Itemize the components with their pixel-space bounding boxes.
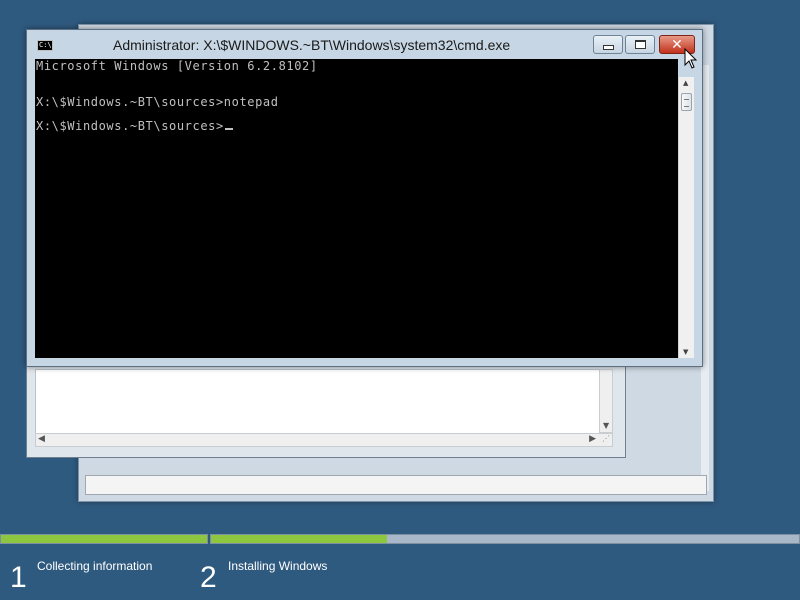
progress-fill-step-1	[1, 535, 207, 543]
console-prompt: X:\$Windows.~BT\sources>	[36, 119, 224, 133]
step-number: 1	[10, 561, 27, 594]
maximize-icon	[634, 40, 646, 49]
console-line: X:\$Windows.~BT\sources>notepad	[36, 95, 279, 109]
console-output[interactable]: Microsoft Windows [Version 6.2.8102] X:\…	[35, 59, 678, 358]
step-label: Collecting information	[37, 559, 153, 573]
scroll-right-arrow-icon[interactable]: ▶	[589, 434, 596, 444]
text-cursor	[224, 128, 233, 130]
close-icon: ✕	[671, 36, 683, 53]
scroll-up-arrow-icon[interactable]: ▲	[683, 79, 688, 87]
scroll-down-arrow-icon[interactable]: ▼	[603, 421, 609, 430]
setup-progress	[0, 534, 800, 546]
resize-grip-icon[interactable]: ⋰	[602, 434, 610, 443]
progress-bar-step-1	[0, 534, 208, 544]
window-title: Administrator: X:\$WINDOWS.~BT\Windows\s…	[113, 37, 511, 53]
cmd-icon[interactable]: C:\	[37, 40, 53, 51]
console-line: Microsoft Windows [Version 6.2.8102]	[36, 59, 318, 73]
maximize-button[interactable]	[625, 35, 655, 54]
notepad-vertical-scrollbar[interactable]: ▼	[599, 369, 613, 433]
notepad-text-area[interactable]	[35, 369, 609, 435]
mouse-pointer-icon	[684, 48, 698, 69]
minimize-icon	[602, 45, 614, 50]
step-number: 2	[200, 561, 217, 594]
notepad-horizontal-scrollbar[interactable]: ◀ ▶ ⋰	[35, 433, 613, 447]
console-prompt-line: X:\$Windows.~BT\sources>	[36, 119, 233, 133]
cmd-titlebar[interactable]: C:\ Administrator: X:\$WINDOWS.~BT\Windo…	[27, 30, 702, 60]
minimize-button[interactable]	[593, 35, 623, 54]
setup-window-content	[85, 475, 707, 495]
cmd-vertical-scrollbar[interactable]: ▲ ▼	[678, 77, 694, 358]
step-label: Installing Windows	[228, 559, 328, 573]
cmd-window[interactable]: C:\ Administrator: X:\$WINDOWS.~BT\Windo…	[26, 29, 703, 367]
scrollbar-thumb[interactable]	[681, 93, 692, 111]
scroll-down-arrow-icon[interactable]: ▼	[683, 348, 688, 356]
progress-bar-step-2	[210, 534, 800, 544]
progress-fill-step-2	[211, 535, 388, 543]
scroll-left-arrow-icon[interactable]: ◀	[38, 434, 45, 444]
